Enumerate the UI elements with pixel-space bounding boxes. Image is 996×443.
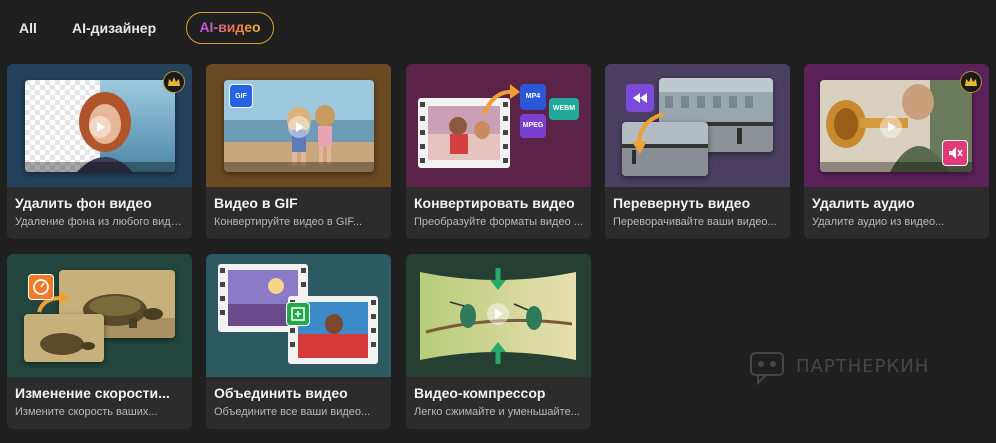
play-icon xyxy=(89,116,111,138)
player-controls xyxy=(224,162,374,172)
card-title: Изменение скорости... xyxy=(15,385,170,401)
card-title: Конвертировать видео xyxy=(414,195,575,211)
premium-crown-icon xyxy=(960,71,982,93)
watermark: ПАРТНЕРКИН xyxy=(748,347,948,387)
card-info: Конвертировать видео Преобразуйте формат… xyxy=(406,187,591,239)
card-info: Удалить аудио Удалите аудио из видео... xyxy=(804,187,989,239)
tool-card-change-speed[interactable]: Изменение скорости... Измените скорость … xyxy=(7,254,192,429)
tab-ai-designer[interactable]: AI-дизайнер xyxy=(72,12,156,44)
rewind-icon xyxy=(626,84,654,112)
card-info: Удалить фон видео Удаление фона из любог… xyxy=(7,187,192,239)
speed-arrow xyxy=(37,291,69,313)
card-info: Видео в GIF Конвертируйте видео в GIF... xyxy=(206,187,391,239)
card-description: Удалите аудио из видео... xyxy=(812,216,945,228)
play-icon xyxy=(487,303,509,325)
tab-ai-video[interactable]: AI-видео xyxy=(186,12,274,44)
card-info: Видео-компрессор Легко сжимайте и уменьш… xyxy=(406,377,591,429)
card-title: Видео-компрессор xyxy=(414,385,546,401)
webm-badge: WEBM xyxy=(549,98,579,120)
card-description: Измените скорость ваших... xyxy=(15,406,158,418)
mp4-badge: MP4 xyxy=(520,84,546,110)
card-title: Удалить аудио xyxy=(812,195,915,211)
card-description: Удаление фона из любого виде... xyxy=(15,216,185,228)
card-title: Удалить фон видео xyxy=(15,195,152,211)
card-description: Объедините все ваши видео... xyxy=(214,406,371,418)
tool-card-remove-audio[interactable]: Удалить аудио Удалите аудио из видео... xyxy=(804,64,989,239)
card-title: Объединить видео xyxy=(214,385,348,401)
card-title: Перевернуть видео xyxy=(613,195,751,211)
tool-card-video-to-gif[interactable]: GIF Видео в GIF Конвертируйте видео в GI… xyxy=(206,64,391,239)
mpeg-badge: MPEG xyxy=(520,114,546,138)
card-thumbnail xyxy=(206,254,391,377)
card-info: Перевернуть видео Переворачивайте ваши в… xyxy=(605,187,790,239)
speedometer-icon xyxy=(28,274,54,300)
video-frame xyxy=(25,80,175,172)
tool-card-merge-video[interactable]: Объединить видео Объедините все ваши вид… xyxy=(206,254,391,429)
watermark-text: ПАРТНЕРКИН xyxy=(796,356,930,377)
category-tabs: All AI-дизайнер AI-видео xyxy=(0,0,996,56)
card-description: Переворачивайте ваши видео... xyxy=(613,216,777,228)
card-thumbnail: MP4 WEBM MPEG xyxy=(406,64,591,187)
tool-card-convert-video[interactable]: MP4 WEBM MPEG Конвертировать видео Преоб… xyxy=(406,64,591,239)
card-description: Легко сжимайте и уменьшайте... xyxy=(414,406,580,418)
play-icon xyxy=(288,116,310,138)
card-description: Преобразуйте форматы видео ... xyxy=(414,216,583,228)
gif-badge: GIF xyxy=(229,84,253,108)
card-title: Видео в GIF xyxy=(214,195,298,211)
tab-all[interactable]: All xyxy=(19,12,37,44)
reverse-arrow xyxy=(632,112,664,154)
card-thumbnail: GIF xyxy=(206,64,391,187)
card-thumbnail xyxy=(605,64,790,187)
watermark-logo-icon xyxy=(750,352,784,386)
film-strip-image xyxy=(418,84,520,168)
card-thumbnail xyxy=(406,254,591,377)
tool-card-reverse-video[interactable]: Перевернуть видео Переворачивайте ваши в… xyxy=(605,64,790,239)
card-thumbnail xyxy=(7,254,192,377)
mute-icon xyxy=(942,140,968,166)
tool-card-video-compressor[interactable]: Видео-компрессор Легко сжимайте и уменьш… xyxy=(406,254,591,429)
card-info: Изменение скорости... Измените скорость … xyxy=(7,377,192,429)
card-description: Конвертируйте видео в GIF... xyxy=(214,216,363,228)
tool-card-remove-background[interactable]: Удалить фон видео Удаление фона из любог… xyxy=(7,64,192,239)
card-info: Объединить видео Объедините все ваши вид… xyxy=(206,377,391,429)
tab-ai-video-label: AI-видео xyxy=(199,19,261,35)
premium-crown-icon xyxy=(163,71,185,93)
merge-add-icon xyxy=(286,302,310,326)
player-controls xyxy=(25,162,175,172)
play-icon xyxy=(880,116,902,138)
